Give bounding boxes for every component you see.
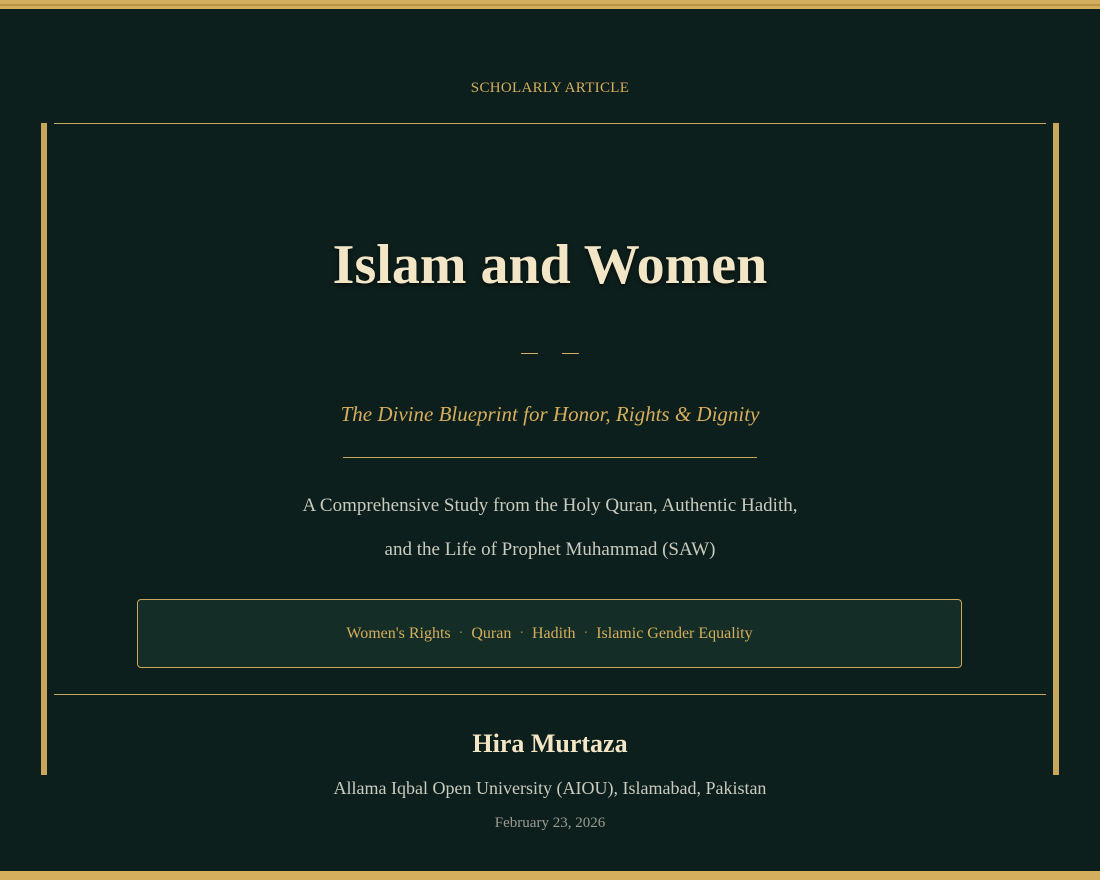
tag-separator: · xyxy=(519,625,524,641)
description-line-1: A Comprehensive Study from the Holy Qura… xyxy=(302,495,798,516)
publication-date: February 23, 2026 xyxy=(494,815,606,831)
keyword-tag: Quran xyxy=(471,624,512,642)
keyword-tag: Hadith xyxy=(531,624,576,642)
article-title: Islam and Women xyxy=(332,234,768,296)
top-decorative-bar xyxy=(0,0,1100,9)
ornament-dash-right xyxy=(562,353,579,354)
right-frame-bar xyxy=(1053,123,1059,775)
tag-separator: · xyxy=(458,625,464,641)
bottom-decorative-bar xyxy=(0,871,1100,880)
article-subtitle: The Divine Blueprint for Honor, Rights &… xyxy=(340,402,760,426)
description-line-2: and the Life of Prophet Muhammad (SAW) xyxy=(384,539,716,560)
subtitle-divider xyxy=(343,457,757,458)
frame-top-rule xyxy=(54,123,1046,124)
keywords-box: Women's Rights · Quran · Hadith · Islami… xyxy=(137,599,962,668)
author-name: Hira Murtaza xyxy=(472,729,628,758)
left-frame-bar xyxy=(41,123,47,775)
author-divider xyxy=(54,694,1046,695)
keyword-tag: Women's Rights xyxy=(346,624,451,642)
keyword-tag: Islamic Gender Equality xyxy=(596,624,753,642)
ornament-dash-left xyxy=(521,353,538,354)
author-affiliation: Allama Iqbal Open University (AIOU), Isl… xyxy=(333,778,767,798)
tag-separator: · xyxy=(583,625,589,641)
article-type-label: SCHOLARLY ARTICLE xyxy=(470,80,630,96)
